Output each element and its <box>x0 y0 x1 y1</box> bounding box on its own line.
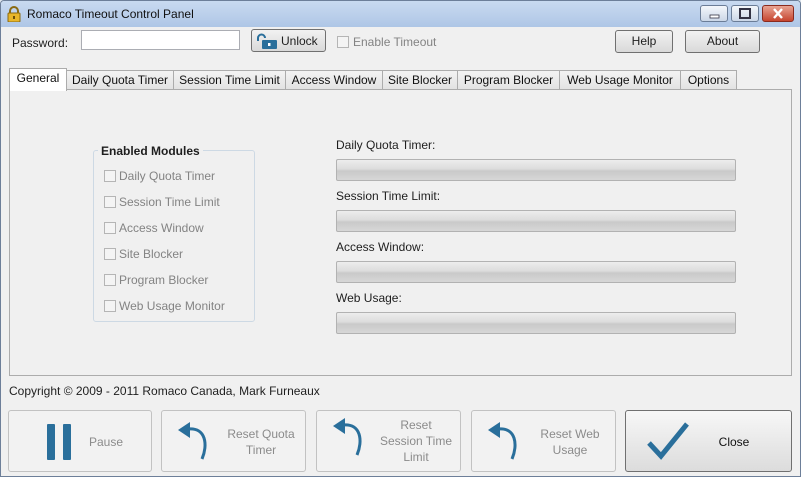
pause-button[interactable]: Pause <box>8 410 152 472</box>
close-button[interactable]: Close <box>625 410 792 472</box>
password-input[interactable] <box>81 30 240 50</box>
checkbox[interactable] <box>104 247 116 260</box>
reset-web-label: Reset Web Usage <box>540 427 600 457</box>
tab-program-blocker[interactable]: Program Blocker <box>457 70 560 90</box>
tab-access-window[interactable]: Access Window <box>285 70 383 90</box>
unlock-icon <box>257 33 277 49</box>
pause-icon <box>47 424 71 460</box>
close-icon <box>773 8 783 19</box>
window-title: Romaco Timeout Control Panel <box>27 7 194 21</box>
reset-session-time-limit-button[interactable]: Reset Session Time Limit <box>316 410 461 472</box>
unlock-button[interactable]: Unlock <box>251 29 326 52</box>
tab-options[interactable]: Options <box>680 70 737 90</box>
tab-session-time-limit[interactable]: Session Time Limit <box>173 70 286 90</box>
daily-quota-progress-bar <box>336 159 736 181</box>
help-button[interactable]: Help <box>615 30 673 53</box>
undo-arrow-icon <box>178 422 207 460</box>
module-label: Daily Quota Timer <box>119 169 216 183</box>
module-program-blocker[interactable]: Program Blocker <box>104 273 208 287</box>
copyright-text: Copyright © 2009 - 2011 Romaco Canada, M… <box>9 384 320 398</box>
close-window-button[interactable] <box>762 5 794 22</box>
module-label: Program Blocker <box>119 273 209 287</box>
reset-session-label: Reset Session Time Limit <box>379 418 453 464</box>
checkbox[interactable] <box>104 299 116 312</box>
checkbox[interactable] <box>104 273 116 286</box>
checkbox[interactable] <box>104 221 116 234</box>
session-time-progress-bar <box>336 210 736 232</box>
reset-quota-label: Reset Quota Timer <box>227 427 295 457</box>
access-window-progress-label: Access Window: <box>336 240 425 254</box>
tab-general[interactable]: General <box>9 68 67 91</box>
tab-daily-quota-timer[interactable]: Daily Quota Timer <box>66 70 174 90</box>
undo-arrow-icon <box>488 422 517 460</box>
client-area: Password: Unlock Enable Timeout Help Abo… <box>1 27 800 476</box>
module-site-blocker[interactable]: Site Blocker <box>104 247 183 261</box>
close-label: Close <box>718 435 750 449</box>
module-daily-quota-timer[interactable]: Daily Quota Timer <box>104 169 215 183</box>
module-access-window[interactable]: Access Window <box>104 221 204 235</box>
tab-web-usage-monitor[interactable]: Web Usage Monitor <box>559 70 681 90</box>
web-usage-progress-bar <box>336 312 736 334</box>
title-bar[interactable]: Romaco Timeout Control Panel <box>1 1 800 27</box>
maximize-icon <box>739 8 751 19</box>
module-label: Web Usage Monitor <box>119 299 225 313</box>
unlock-label: Unlock <box>281 34 318 48</box>
lock-icon <box>7 6 21 22</box>
module-session-time-limit[interactable]: Session Time Limit <box>104 195 220 209</box>
password-label: Password: <box>12 36 69 50</box>
web-usage-progress-label: Web Usage: <box>336 291 402 305</box>
enabled-modules-title: Enabled Modules <box>98 144 203 158</box>
module-web-usage-monitor[interactable]: Web Usage Monitor <box>104 299 225 313</box>
enable-timeout-label: Enable Timeout <box>353 35 437 49</box>
about-button[interactable]: About <box>685 30 760 53</box>
checkbox[interactable] <box>104 169 116 182</box>
enable-timeout-checkbox[interactable] <box>337 36 349 48</box>
undo-arrow-icon <box>333 418 362 456</box>
tab-site-blocker[interactable]: Site Blocker <box>382 70 458 90</box>
module-label: Access Window <box>119 221 204 235</box>
module-label: Site Blocker <box>119 247 184 261</box>
module-label: Session Time Limit <box>119 195 220 209</box>
reset-quota-timer-button[interactable]: Reset Quota Timer <box>161 410 306 472</box>
reset-web-usage-button[interactable]: Reset Web Usage <box>471 410 616 472</box>
minimize-icon <box>709 14 720 19</box>
maximize-button[interactable] <box>731 5 759 22</box>
pause-label: Pause <box>88 435 124 449</box>
session-time-progress-label: Session Time Limit: <box>336 189 441 203</box>
app-window: Romaco Timeout Control Panel Password: U… <box>0 0 801 477</box>
daily-quota-progress-label: Daily Quota Timer: <box>336 138 436 152</box>
minimize-button[interactable] <box>700 5 728 22</box>
checkmark-icon <box>647 422 689 460</box>
checkbox[interactable] <box>104 195 116 208</box>
access-window-progress-bar <box>336 261 736 283</box>
